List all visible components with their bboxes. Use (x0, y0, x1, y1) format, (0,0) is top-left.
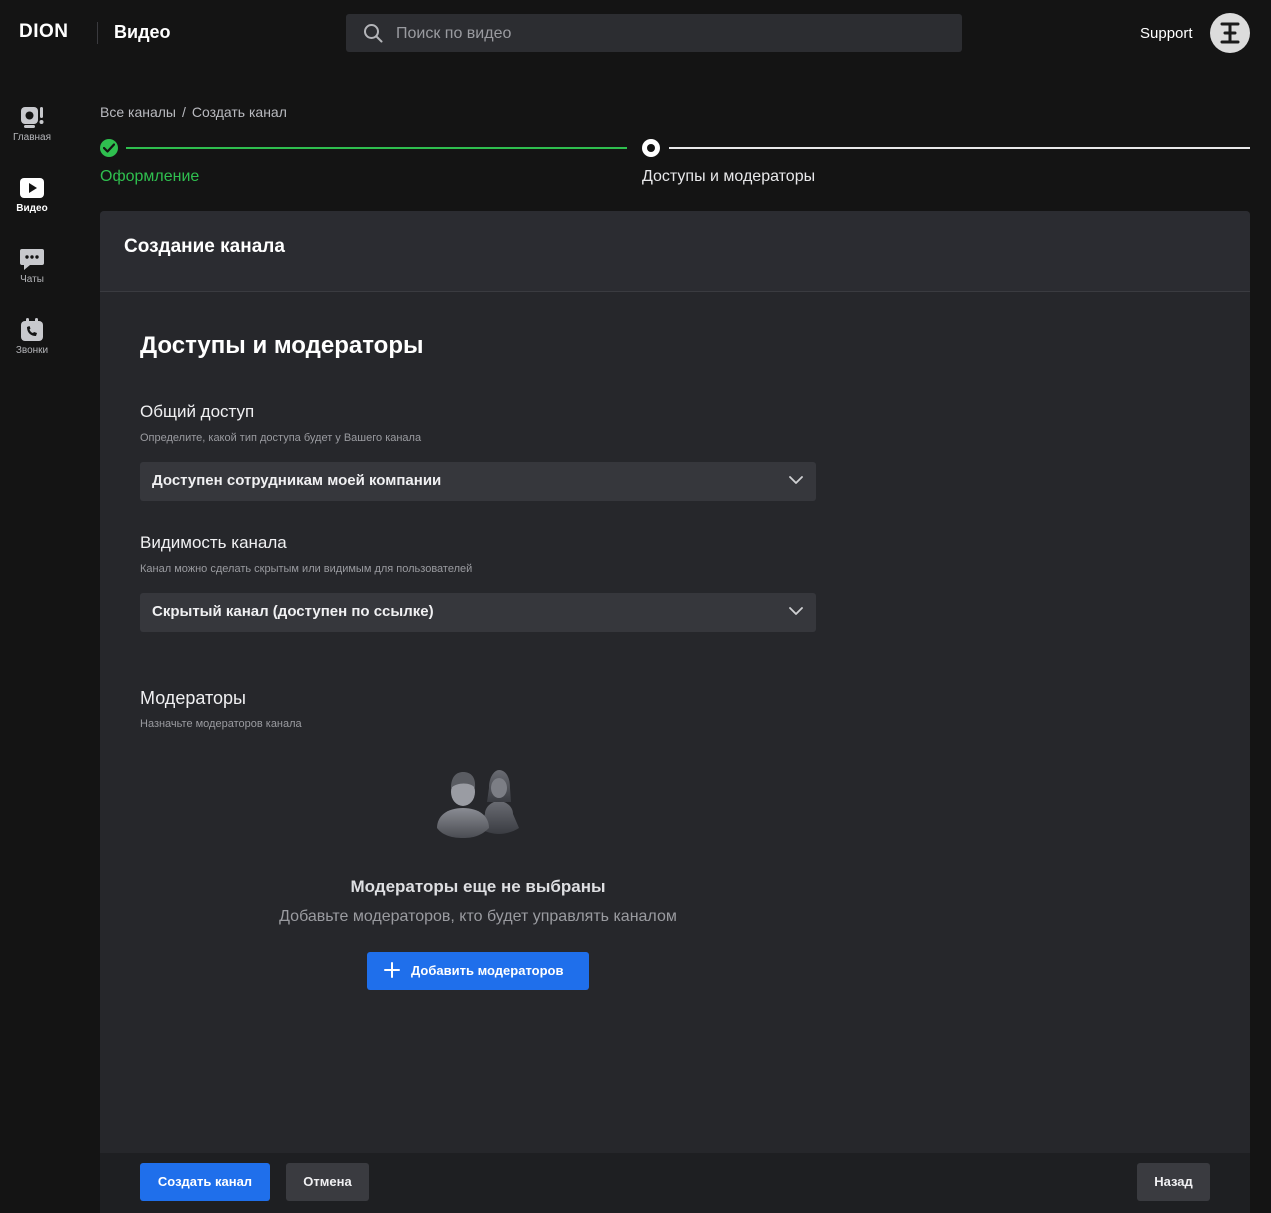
breadcrumb-all-channels[interactable]: Все каналы (100, 104, 176, 120)
breadcrumb-separator: / (181, 104, 186, 120)
video-icon (20, 178, 44, 198)
add-moderators-label: Добавить модераторов (411, 963, 564, 978)
search-input[interactable] (394, 14, 938, 54)
breadcrumb: Все каналы / Создать канал (100, 104, 287, 120)
step-2-label: Доступы и модераторы (642, 168, 816, 185)
access-label: Общий доступ (140, 402, 255, 421)
step-completed-check-icon (100, 139, 118, 157)
support-link[interactable]: Support (1140, 25, 1193, 42)
sidebar-item-label: Звонки (15, 345, 49, 356)
sidebar-item-calls[interactable]: Звонки (0, 317, 64, 381)
home-icon (21, 107, 44, 128)
visibility-hint: Канал можно сделать скрытым или видимым … (140, 563, 473, 575)
moderators-label: Модераторы (140, 688, 246, 708)
search-icon (364, 24, 383, 43)
users-placeholder-icon (437, 770, 519, 838)
chevron-down-icon (789, 476, 803, 484)
visibility-label: Видимость канала (140, 533, 287, 552)
sidebar-item-label: Видео (16, 203, 48, 214)
access-select[interactable]: Доступен сотрудникам моей компании (140, 462, 816, 501)
sidebar-item-label: Главная (12, 132, 52, 143)
sidebar-item-home[interactable]: Главная (0, 104, 64, 168)
sidebar-item-label: Чаты (20, 274, 44, 285)
calls-icon (21, 318, 43, 341)
card-header: Создание канала (100, 211, 1250, 292)
visibility-select[interactable]: Скрытый канал (доступен по ссылке) (140, 593, 816, 632)
chevron-down-icon (789, 607, 803, 615)
create-channel-button[interactable]: Создать канал (140, 1163, 270, 1201)
back-button[interactable]: Назад (1137, 1163, 1210, 1201)
step-current-dot-icon (642, 139, 660, 157)
avatar-logo-icon (1220, 22, 1240, 44)
card-title: Создание канала (124, 236, 285, 257)
search-box[interactable] (346, 14, 962, 54)
logo-divider (97, 22, 98, 44)
cancel-button[interactable]: Отмена (286, 1163, 369, 1201)
top-bar: DION Видео Support (0, 0, 1271, 66)
visibility-select-value: Скрытый канал (доступен по ссылке) (152, 603, 434, 620)
step-2-progress-line (669, 147, 1250, 149)
empty-state-subtitle: Добавьте модераторов, кто будет управлят… (279, 908, 677, 925)
moderators-hint: Назначьте модераторов канала (140, 718, 302, 730)
sidebar-item-chats[interactable]: Чаты (0, 246, 64, 310)
step-1-label[interactable]: Оформление (100, 168, 199, 186)
step-1-progress-line (126, 147, 627, 149)
access-hint: Определите, какой тип доступа будет у Ва… (140, 432, 422, 444)
sidebar: Главная Видео Чаты Звонки (0, 66, 64, 1213)
sidebar-item-video[interactable]: Видео (0, 175, 64, 239)
add-moderators-button[interactable]: Добавить модераторов (367, 952, 589, 990)
chat-icon (20, 249, 44, 270)
create-channel-card: Создание канала Доступы и модераторы Общ… (100, 211, 1250, 1213)
section-title: Доступы и модераторы (140, 332, 424, 359)
access-select-value: Доступен сотрудникам моей компании (152, 472, 442, 489)
card-footer: Создать канал Отмена Назад (100, 1153, 1250, 1213)
dion-logo[interactable]: DION (19, 21, 69, 43)
user-avatar[interactable] (1210, 13, 1250, 53)
breadcrumb-current: Создать канал (191, 104, 287, 120)
app-title: Видео (114, 22, 171, 42)
empty-state-title: Модераторы еще не выбраны (350, 877, 606, 896)
plus-icon (384, 962, 400, 978)
